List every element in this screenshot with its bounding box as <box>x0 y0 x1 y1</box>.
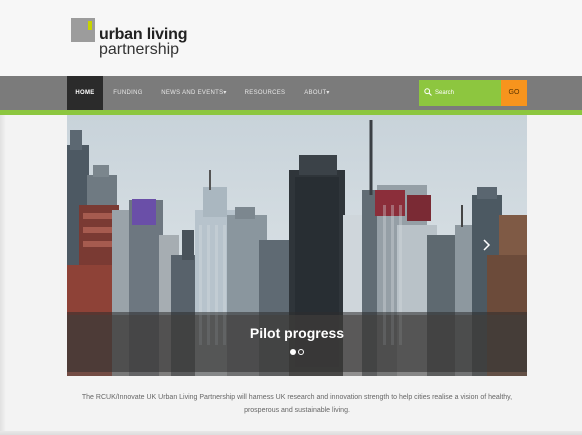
page: urban living partnership HOME FUNDING NE… <box>0 0 582 435</box>
slide-dot-2[interactable] <box>298 349 304 355</box>
site-header: urban living partnership <box>0 0 582 76</box>
main-navigation: HOME FUNDING NEWS AND EVENTS▾ RESOURCES … <box>0 76 582 110</box>
go-button[interactable]: GO <box>501 80 527 106</box>
logo-text-line2: partnership <box>99 41 180 58</box>
slide-indicators <box>290 349 310 357</box>
slide-dot-1[interactable] <box>290 349 296 355</box>
nav-item-about[interactable]: ABOUT▾ <box>297 76 337 110</box>
nav-item-funding[interactable]: FUNDING <box>108 76 148 110</box>
search-input[interactable]: Search <box>419 80 501 106</box>
nav-item-home[interactable]: HOME <box>67 76 103 110</box>
search-placeholder: Search <box>435 90 455 96</box>
nav-item-news-and-events[interactable]: NEWS AND EVENTS▾ <box>156 76 232 110</box>
slide-caption[interactable]: Pilot progress <box>67 325 527 341</box>
logo-mark <box>71 18 95 42</box>
page-bottom-edge <box>0 431 582 435</box>
slide-caption-bar <box>67 312 527 372</box>
site-logo[interactable]: urban living partnership <box>71 18 211 68</box>
search-icon <box>424 88 432 96</box>
nav-item-resources[interactable]: RESOURCES <box>240 76 290 110</box>
intro-text: The RCUK/Innovate UK Urban Living Partne… <box>81 394 513 414</box>
